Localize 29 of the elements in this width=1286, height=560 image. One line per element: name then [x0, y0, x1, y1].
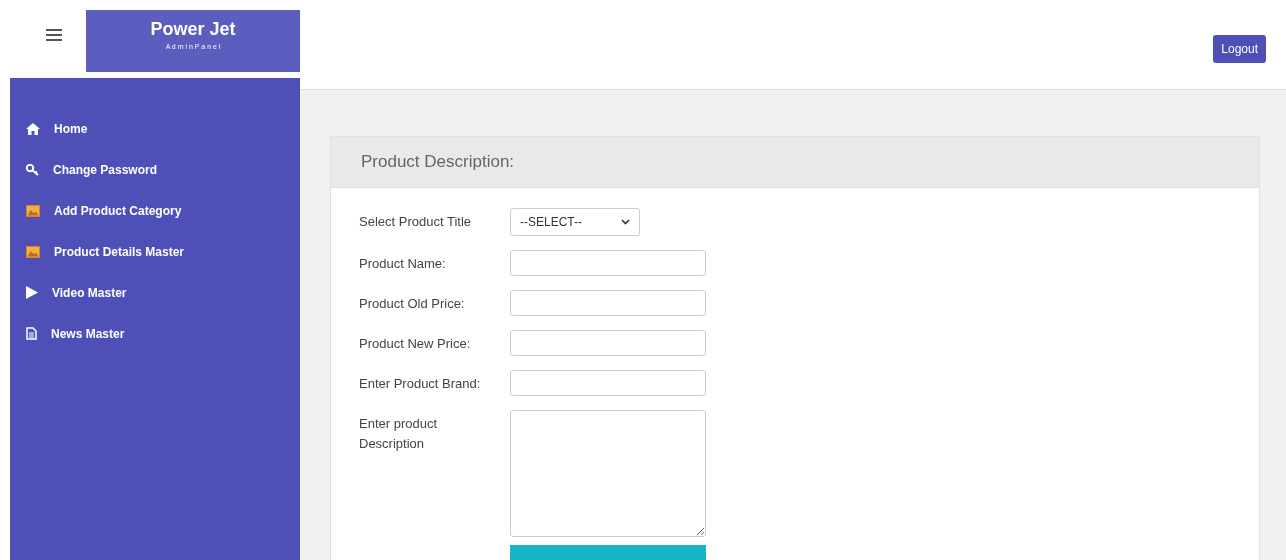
menu-icon[interactable]	[46, 29, 62, 41]
field-label: Enter Product Brand:	[359, 375, 482, 393]
input-field[interactable]	[510, 250, 706, 276]
document-icon	[26, 327, 37, 340]
input-field[interactable]	[510, 370, 706, 396]
sidebar-item[interactable]: Product Details Master	[10, 231, 300, 272]
chevron-down-icon	[621, 219, 630, 225]
sidebar-item[interactable]: Add Product Category	[10, 190, 300, 231]
field-label: Product Name:	[359, 255, 447, 273]
sidebar-item[interactable]: Home	[10, 108, 300, 149]
image-icon	[26, 245, 40, 258]
key-icon	[26, 163, 39, 176]
input-field[interactable]	[510, 330, 706, 356]
field-label: Product Old Price:	[359, 295, 466, 313]
field-label: Enter product Description	[359, 415, 439, 453]
card-title: Product Description:	[361, 152, 515, 172]
sidebar-item[interactable]: Change Password	[10, 149, 300, 190]
field-label: Product New Price:	[359, 335, 472, 353]
input-field[interactable]	[510, 290, 706, 316]
image-icon	[26, 204, 40, 217]
product-title-select[interactable]: --SELECT--	[510, 208, 640, 236]
sidebar-item[interactable]: News Master	[10, 313, 300, 354]
field-label: Select Product Title	[359, 213, 472, 231]
play-icon	[26, 286, 38, 299]
brand-title: Power Jet	[150, 19, 236, 40]
logout-button[interactable]: Logout	[1213, 35, 1266, 63]
description-textarea[interactable]	[510, 410, 706, 537]
sidebar-item[interactable]: Video Master	[10, 272, 300, 313]
home-icon	[26, 122, 40, 135]
